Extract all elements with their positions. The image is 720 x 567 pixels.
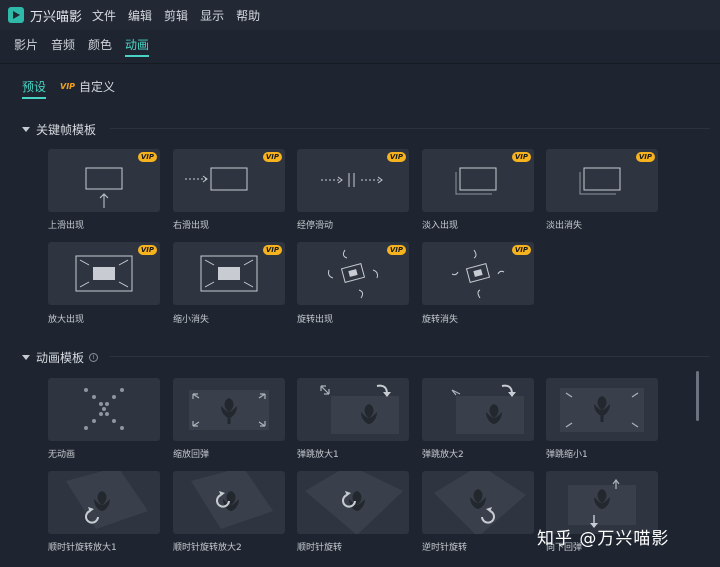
watermark: 知乎 @万兴喵影 (537, 529, 670, 549)
section-keyframe-title: 关键帧模板 (36, 123, 97, 137)
card-label: 放大出现 (48, 315, 85, 325)
card-label: 缩小消失 (173, 315, 210, 325)
card-ccw-rotate[interactable] (422, 471, 534, 534)
caret-down-icon (22, 127, 30, 132)
vip-label: VIP (60, 81, 76, 91)
bounce-zoom-in-2-icon (451, 384, 524, 434)
card-label: 弹跳放大2 (422, 450, 464, 460)
card-label: 旋转出现 (297, 315, 334, 325)
tab-color[interactable]: 颜色 (88, 30, 112, 64)
vip-badge: VIP (262, 152, 282, 162)
card-label: 淡出消失 (546, 221, 583, 231)
card-label: 缩放回弹 (173, 450, 210, 460)
vip-badge: VIP (511, 245, 531, 255)
section-animation-header[interactable]: 动画模板 i (22, 349, 99, 366)
section-animation-title: 动画模板 (36, 351, 85, 365)
vip-badge: VIP (137, 152, 157, 162)
card-rotate-out[interactable]: VIP (422, 242, 534, 305)
card-label: 逆时针旋转 (422, 543, 468, 553)
card-pause-slide[interactable]: VIP (297, 149, 409, 212)
card-label: 顺时针旋转放大1 (48, 543, 117, 553)
app-title: 万兴喵影 (30, 9, 83, 25)
card-bounce-zoom-out-1[interactable] (546, 378, 658, 441)
card-bounce-zoom-in-2[interactable] (422, 378, 534, 441)
menu-clip[interactable]: 剪辑 (164, 7, 188, 24)
card-rotate-in[interactable]: VIP (297, 242, 409, 305)
scrollbar-thumb[interactable] (696, 371, 699, 421)
card-slide-up[interactable]: VIP (48, 149, 160, 212)
bounce-zoom-in-1-icon (320, 384, 399, 434)
subtab-custom-label: 自定义 (79, 79, 116, 94)
vip-badge: VIP (635, 152, 655, 162)
card-zoom-out[interactable]: VIP (173, 242, 285, 305)
section-keyframe-header[interactable]: 关键帧模板 (22, 121, 96, 138)
vip-badge: VIP (386, 245, 406, 255)
subtab-custom[interactable]: VIP 自定义 (60, 75, 115, 97)
menu-bar: 万兴喵影 文件 编辑 剪辑 显示 帮助 (0, 0, 720, 30)
card-label: 顺时针旋转放大2 (173, 543, 242, 553)
card-no-animation[interactable] (48, 378, 160, 441)
card-zoom-bounce[interactable] (173, 378, 285, 441)
card-cw-rotate-zoom-2[interactable] (173, 471, 285, 534)
card-slide-right[interactable]: VIP (173, 149, 285, 212)
tab-animation[interactable]: 动画 (125, 30, 150, 64)
card-label: 上滑出现 (48, 221, 85, 231)
zoom-bounce-icon (189, 390, 269, 430)
section-divider (110, 356, 710, 357)
card-zoom-in[interactable]: VIP (48, 242, 160, 305)
cw-rotate-icon (305, 471, 403, 534)
card-label: 弹跳缩小1 (546, 450, 588, 460)
card-label: 淡入出现 (422, 221, 459, 231)
help-icon[interactable]: i (89, 353, 99, 362)
vip-badge: VIP (137, 245, 157, 255)
vip-badge: VIP (386, 152, 406, 162)
vip-badge: VIP (511, 152, 531, 162)
subtab-preset[interactable]: 预设 (22, 75, 47, 99)
card-label: 经停滑动 (297, 221, 334, 231)
card-bounce-zoom-in-1[interactable] (297, 378, 409, 441)
card-fade-out[interactable]: VIP (546, 149, 658, 212)
bounce-zoom-out-1-icon (560, 388, 644, 432)
caret-down-icon (22, 355, 30, 360)
menu-view[interactable]: 显示 (200, 7, 224, 24)
cw-rotate-zoom-2-icon (191, 471, 273, 529)
no-animation-icon (84, 388, 124, 430)
menu-file[interactable]: 文件 (92, 7, 116, 24)
card-fade-in[interactable]: VIP (422, 149, 534, 212)
sub-tabs: 预设 VIP 自定义 (0, 64, 720, 108)
card-label: 弹跳放大1 (297, 450, 339, 460)
card-cw-rotate-zoom-1[interactable] (48, 471, 160, 534)
main-tabs: 影片 音频 颜色 动画 (0, 30, 720, 64)
card-label: 顺时针旋转 (297, 543, 343, 553)
tab-audio[interactable]: 音频 (51, 30, 75, 64)
card-label: 无动画 (48, 450, 76, 460)
vip-badge: VIP (262, 245, 282, 255)
card-label: 右滑出现 (173, 221, 210, 231)
cw-rotate-zoom-1-icon (66, 471, 148, 529)
menu-help[interactable]: 帮助 (236, 7, 260, 24)
card-cw-rotate[interactable] (297, 471, 409, 534)
card-label: 旋转消失 (422, 315, 459, 325)
app-logo-icon (8, 7, 24, 23)
menu-edit[interactable]: 编辑 (128, 7, 152, 24)
tab-video[interactable]: 影片 (14, 30, 38, 64)
section-divider (110, 128, 710, 129)
ccw-rotate-icon (434, 471, 526, 534)
